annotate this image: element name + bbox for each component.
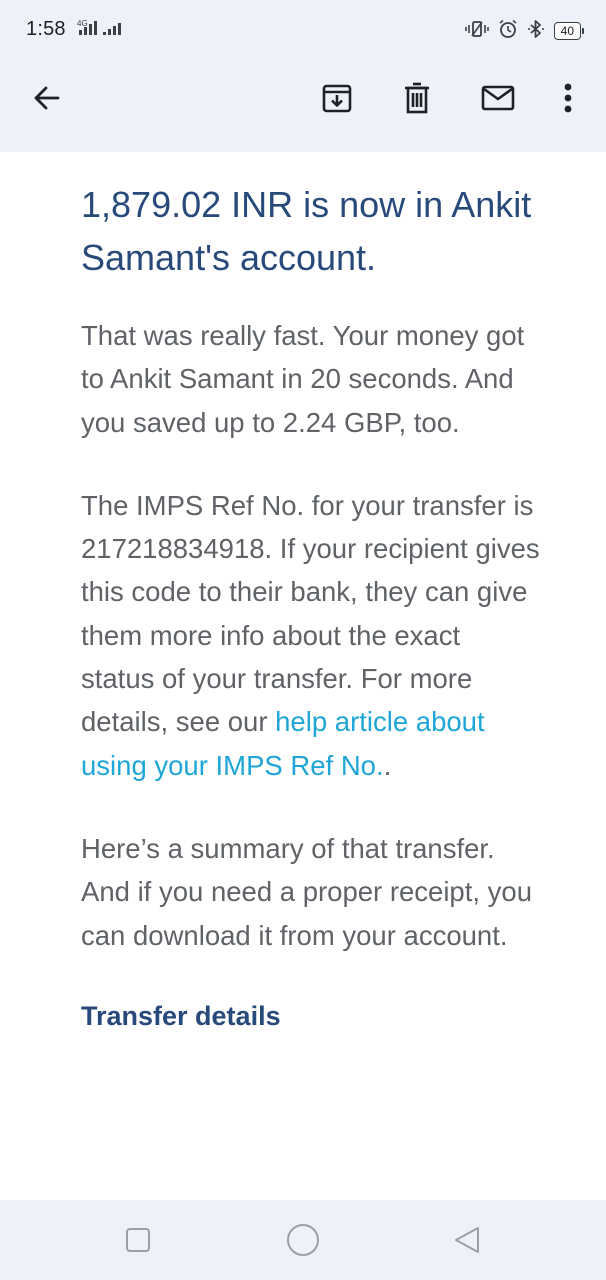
system-nav-bar (0, 1200, 606, 1280)
archive-button[interactable] (311, 72, 363, 124)
bluetooth-icon (526, 19, 546, 44)
arrow-back-icon (34, 86, 60, 110)
status-time: 1:58 (26, 18, 66, 40)
email-headline: 1,879.02 INR is now in Ankit Samant's ac… (81, 184, 532, 278)
imps-paragraph: The IMPS Ref No. for your transfer is 21… (81, 484, 541, 787)
vibrate-icon (464, 19, 490, 44)
more-options-button[interactable] (542, 72, 594, 124)
status-icons: 40 (464, 18, 584, 44)
alarm-icon (498, 19, 518, 44)
mark-unread-button[interactable] (472, 72, 524, 124)
speed-paragraph: That was really fast. Your money got to … (81, 320, 525, 438)
svg-text:4G: 4G (77, 19, 88, 28)
delete-button[interactable] (391, 72, 443, 124)
email-toolbar (0, 62, 606, 134)
back-button[interactable] (21, 72, 73, 124)
imps-paragraph-text: The IMPS Ref No. for your transfer is 21… (81, 489, 540, 738)
summary-paragraph: Here’s a summary of that transfer. And i… (81, 832, 532, 951)
home-button[interactable] (279, 1216, 327, 1264)
trash-icon (405, 82, 429, 114)
recents-button[interactable] (114, 1216, 162, 1264)
imps-paragraph-end: . (383, 749, 392, 781)
triangle-back-icon (455, 1227, 479, 1253)
email-body: 1,879.02 INR is now in Ankit Samant's ac… (81, 178, 541, 1036)
archive-icon (322, 84, 352, 113)
transfer-details-heading: Transfer details (81, 1000, 281, 1031)
square-icon (126, 1228, 150, 1252)
status-bar: 1:58 4G 40 (0, 0, 606, 62)
battery-icon: 40 (553, 22, 584, 40)
signal-icon: 4G (76, 18, 128, 38)
system-back-button[interactable] (443, 1216, 491, 1264)
circle-icon (287, 1224, 319, 1256)
battery-level: 40 (553, 22, 581, 40)
mail-icon (481, 85, 515, 111)
more-vert-icon (564, 83, 572, 113)
